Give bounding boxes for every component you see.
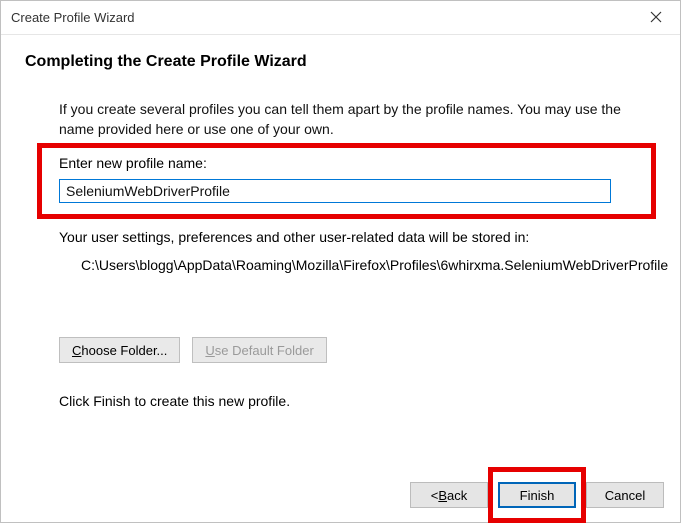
wizard-content: Completing the Create Profile Wizard If … xyxy=(1,35,680,409)
wizard-footer: < Back Finish Cancel xyxy=(1,468,680,522)
finish-hint-text: Click Finish to create this new profile. xyxy=(59,393,648,409)
profile-name-section: Enter new profile name: xyxy=(59,153,648,207)
finish-button[interactable]: Finish xyxy=(498,482,576,508)
profile-path: C:\Users\blogg\AppData\Roaming\Mozilla\F… xyxy=(81,255,618,275)
choose-folder-button[interactable]: Choose Folder... xyxy=(59,337,180,363)
profile-name-input[interactable] xyxy=(59,179,611,203)
use-default-rest: se Default Folder xyxy=(215,343,314,358)
window-title: Create Profile Wizard xyxy=(1,10,632,25)
body: If you create several profiles you can t… xyxy=(59,99,648,409)
intro-text: If you create several profiles you can t… xyxy=(59,99,648,139)
wizard-window: Create Profile Wizard Completing the Cre… xyxy=(0,0,681,523)
choose-folder-rest: hoose Folder... xyxy=(81,343,167,358)
profile-name-label: Enter new profile name: xyxy=(59,155,648,171)
close-button[interactable] xyxy=(632,1,680,35)
finish-button-wrap: Finish xyxy=(498,482,576,508)
close-icon xyxy=(650,10,662,26)
cancel-button[interactable]: Cancel xyxy=(586,482,664,508)
folder-button-row: Choose Folder... Use Default Folder xyxy=(59,337,648,363)
back-rest: ack xyxy=(447,488,467,503)
use-default-accesskey: U xyxy=(205,343,214,358)
storage-info-text: Your user settings, preferences and othe… xyxy=(59,229,648,245)
page-heading: Completing the Create Profile Wizard xyxy=(25,53,660,71)
choose-folder-accesskey: C xyxy=(72,343,81,358)
back-button[interactable]: < Back xyxy=(410,482,488,508)
back-accesskey: B xyxy=(438,488,447,503)
use-default-folder-button: Use Default Folder xyxy=(192,337,326,363)
titlebar: Create Profile Wizard xyxy=(1,1,680,35)
